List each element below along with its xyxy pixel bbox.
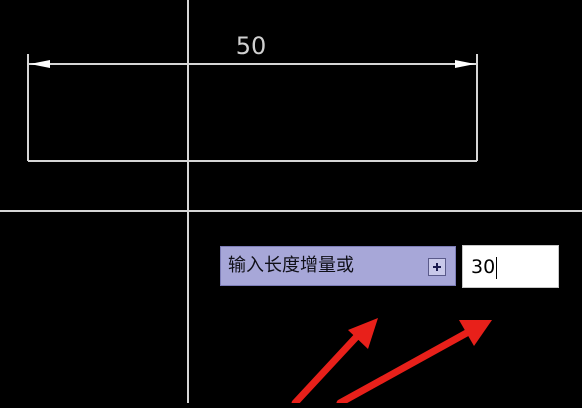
dimension-arrow-left (30, 60, 50, 68)
plus-icon (433, 263, 441, 271)
text-caret (496, 256, 498, 279)
dynamic-input-field[interactable]: 30 (462, 245, 559, 288)
drawing-svg[interactable] (0, 0, 582, 407)
cad-drawing-canvas[interactable]: 50 (0, 0, 582, 407)
command-prompt-tooltip: 输入长度增量或 (220, 246, 456, 286)
dynamic-input-value[interactable]: 30 (471, 254, 498, 280)
dynamic-input-text[interactable]: 30 (471, 256, 495, 278)
dimension-value-text: 50 (235, 32, 267, 60)
command-prompt-label: 输入长度增量或 (228, 255, 354, 276)
plus-box-icon[interactable] (428, 258, 446, 276)
dimension-arrow-right (455, 60, 475, 68)
